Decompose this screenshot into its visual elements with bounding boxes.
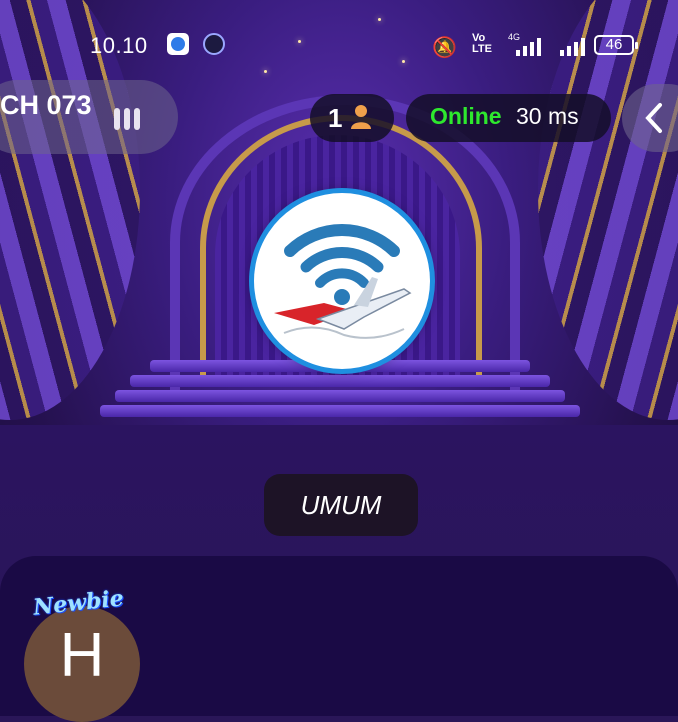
room-info-pill[interactable]: CH 073 — [0, 80, 178, 154]
user-count: 1 — [328, 103, 343, 133]
status-bar: 10.10 🔕 Vo LTE 4G 46 — [0, 0, 678, 62]
signal-icon: 4G — [508, 32, 541, 56]
network-type-label: 4G — [508, 32, 521, 42]
mute-icon: 🔕 — [432, 37, 457, 59]
signal-icon — [560, 36, 585, 56]
volte-icon: Vo LTE — [472, 32, 492, 55]
latency-value: 30 ms — [516, 103, 579, 129]
avatar[interactable]: H — [24, 606, 140, 722]
room-category-tag: UMUM — [264, 474, 418, 536]
curtain-left — [0, 0, 140, 420]
room-name: CH 073 — [0, 90, 92, 120]
person-icon — [351, 105, 371, 129]
curtain-right — [538, 0, 678, 420]
stage-step — [130, 375, 550, 387]
audio-bars-icon — [114, 108, 140, 130]
stage-step — [115, 390, 565, 402]
wifi-airplane-logo — [274, 224, 412, 339]
room-logo — [254, 193, 430, 369]
chevron-left-icon — [645, 103, 662, 133]
sparkle — [264, 70, 267, 73]
notification-app-icon — [167, 33, 189, 55]
stage-step — [100, 405, 580, 417]
online-status: Online — [430, 103, 502, 129]
battery-icon: 46 — [594, 35, 638, 55]
clock: 10.10 — [90, 33, 148, 58]
notification-app-icon — [203, 33, 225, 55]
online-users-button[interactable]: 1 — [310, 94, 394, 142]
network-status-pill: Online 30 ms — [406, 94, 611, 142]
